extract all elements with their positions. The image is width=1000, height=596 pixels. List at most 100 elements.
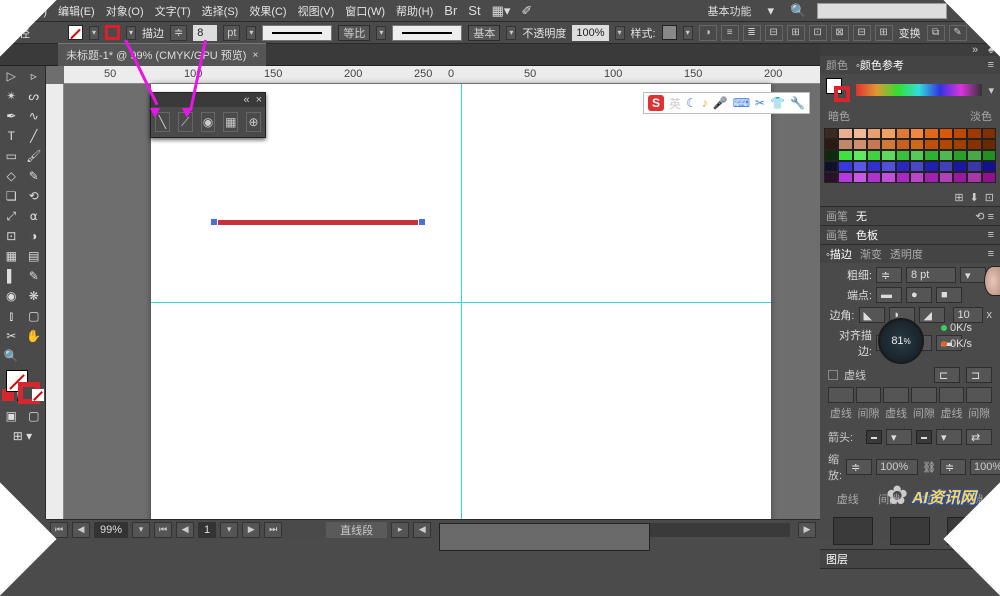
- cap-round[interactable]: ●: [906, 287, 932, 303]
- brush-def-preview[interactable]: [392, 25, 462, 41]
- swatch-cell[interactable]: [910, 172, 924, 183]
- mini-panel[interactable]: « × ╲ ⟋ ◉ ▦ ⊕: [150, 92, 266, 138]
- stroke-dropdown[interactable]: ▾: [126, 26, 136, 40]
- artboard-tool[interactable]: ▢: [23, 306, 46, 326]
- ime-scissors-icon[interactable]: ✂: [755, 96, 765, 110]
- dash-cell[interactable]: [828, 387, 854, 403]
- scroll-left-icon[interactable]: ◀: [413, 522, 431, 538]
- swatch-cell[interactable]: [967, 128, 981, 139]
- profile-thumb[interactable]: [833, 517, 873, 545]
- profile-thumb[interactable]: [890, 517, 930, 545]
- pencil-tool[interactable]: ✎: [23, 166, 46, 186]
- prev2-icon[interactable]: ◀: [176, 522, 194, 538]
- zoom-dd[interactable]: ▾: [132, 522, 150, 538]
- tab-swatches[interactable]: 色板: [856, 227, 878, 243]
- type-tool[interactable]: T: [0, 126, 23, 146]
- tab-gradient[interactable]: 渐变: [860, 246, 882, 262]
- swatch-cell[interactable]: [939, 139, 953, 150]
- swatch-more-icon[interactable]: ⊡: [985, 191, 994, 204]
- ime-wrench-icon[interactable]: 🔧: [790, 96, 805, 110]
- swatch-cell[interactable]: [982, 172, 996, 183]
- swatch-cell[interactable]: [982, 128, 996, 139]
- swap-arrows-icon[interactable]: ⇄: [966, 429, 992, 445]
- ime-moon-icon[interactable]: ☾: [686, 96, 697, 110]
- fill-swatch[interactable]: [68, 25, 83, 40]
- blend-tool[interactable]: ◉: [0, 286, 23, 306]
- color-strip[interactable]: [856, 84, 982, 96]
- swatch-cell[interactable]: [982, 150, 996, 161]
- arrange-icon[interactable]: ▦▾: [487, 1, 516, 21]
- next-page-icon[interactable]: ▶: [242, 522, 260, 538]
- selection-tool[interactable]: ▷: [0, 66, 23, 86]
- tab-none[interactable]: 无: [856, 208, 867, 224]
- dash-cell[interactable]: [883, 387, 909, 403]
- vertical-ruler[interactable]: [46, 84, 64, 519]
- shaper-tool[interactable]: ◇: [0, 166, 23, 186]
- swatch-cell[interactable]: [924, 139, 938, 150]
- bridge-icon[interactable]: Br: [439, 1, 462, 20]
- dash-opt1[interactable]: ⊏: [934, 367, 960, 383]
- last-page-icon[interactable]: ⏭: [264, 522, 282, 538]
- zoom-input[interactable]: 99%: [94, 522, 128, 538]
- align2-icon[interactable]: ≣: [743, 25, 761, 41]
- stroke-swatch[interactable]: [105, 25, 120, 40]
- swatch-cell[interactable]: [824, 128, 838, 139]
- align3-icon[interactable]: ⊟: [765, 25, 783, 41]
- align8-icon[interactable]: ⊞: [875, 25, 893, 41]
- stroke-size-stepper[interactable]: ≑: [170, 25, 187, 41]
- direct-select-tool[interactable]: ▹: [23, 66, 46, 86]
- slice-tool[interactable]: ✂: [0, 326, 23, 346]
- ime-toolbar[interactable]: S 英 ☾ ♪ 🎤 ⌨ ✂ 👕 🔧: [643, 92, 810, 114]
- status-dd[interactable]: ▸: [391, 522, 409, 538]
- swatch-cell[interactable]: [953, 172, 967, 183]
- arrow-start-dd[interactable]: [866, 430, 882, 444]
- swatch-cell[interactable]: [881, 150, 895, 161]
- stock-icon[interactable]: St: [463, 1, 485, 20]
- stroke-weight-input[interactable]: 8 pt: [906, 267, 956, 283]
- swatch-cell[interactable]: [910, 128, 924, 139]
- menu-view[interactable]: 视图(V): [293, 1, 340, 21]
- swatch-cell[interactable]: [924, 172, 938, 183]
- scroll-right-icon[interactable]: ▶: [798, 522, 816, 538]
- brush-def-label[interactable]: 基本: [468, 25, 500, 41]
- swatch-cell[interactable]: [953, 161, 967, 172]
- curvature-tool[interactable]: ∿: [23, 106, 46, 126]
- stroke-size-input[interactable]: 8: [193, 25, 217, 41]
- swatch-cell[interactable]: [824, 161, 838, 172]
- isolate-icon[interactable]: ⧉: [927, 25, 945, 41]
- mini-tool-polar[interactable]: ⊕: [246, 112, 261, 132]
- swatch-cell[interactable]: [896, 128, 910, 139]
- dash-cell[interactable]: [856, 387, 882, 403]
- menu-help[interactable]: 帮助(H): [391, 1, 438, 21]
- ime-music-icon[interactable]: ♪: [702, 96, 708, 110]
- opacity-input[interactable]: 100%: [572, 25, 608, 41]
- ime-skin-icon[interactable]: 👕: [770, 96, 785, 110]
- swatch-cell[interactable]: [824, 150, 838, 161]
- swatch-cell[interactable]: [939, 128, 953, 139]
- swatch-cell[interactable]: [967, 161, 981, 172]
- tab-layers[interactable]: 图层: [826, 551, 848, 567]
- rotate-tool[interactable]: ⟲: [23, 186, 46, 206]
- swatch-cell[interactable]: [967, 172, 981, 183]
- screen-mode-full[interactable]: ▢: [23, 406, 46, 426]
- fill-dropdown[interactable]: ▾: [89, 26, 99, 40]
- symbol-tool[interactable]: ❋: [23, 286, 46, 306]
- swatch-cell[interactable]: [896, 161, 910, 172]
- search-input[interactable]: [817, 3, 947, 19]
- toolbox-options[interactable]: ⊞ ▾: [0, 426, 45, 446]
- menu-object[interactable]: 对象(O): [101, 1, 149, 21]
- perspective-tool[interactable]: ▦: [0, 246, 23, 266]
- mesh-tool[interactable]: ▤: [23, 246, 46, 266]
- mini-panel-collapse-icon[interactable]: «: [243, 94, 249, 106]
- ime-mode[interactable]: 英: [669, 95, 681, 112]
- line-object[interactable]: [213, 220, 423, 225]
- eraser-tool[interactable]: ❏: [0, 186, 23, 206]
- menu-window[interactable]: 窗口(W): [340, 1, 390, 21]
- ime-keyboard-icon[interactable]: ⌨: [733, 96, 750, 110]
- swatch-cell[interactable]: [867, 172, 881, 183]
- close-tab-icon[interactable]: ×: [252, 50, 258, 61]
- eyedropper-tool[interactable]: ✎: [23, 266, 46, 286]
- style-swatch[interactable]: [662, 25, 677, 40]
- panel-menu-icon[interactable]: ≡: [988, 229, 994, 241]
- workspace-switcher[interactable]: 基本功能: [702, 1, 756, 21]
